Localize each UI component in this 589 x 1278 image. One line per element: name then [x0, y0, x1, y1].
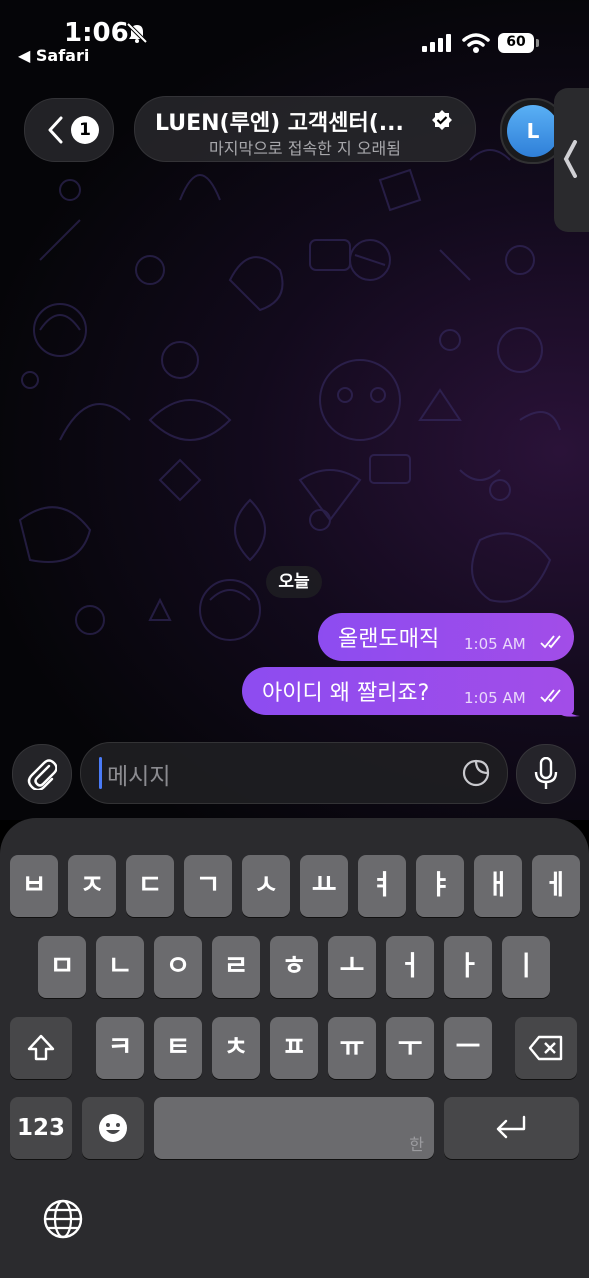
emoji-icon: [99, 1114, 127, 1142]
key[interactable]: ㅎ: [270, 936, 318, 998]
bubble-tail: [560, 696, 580, 717]
battery-indicator: 60: [498, 33, 540, 53]
sticker-icon[interactable]: [461, 758, 491, 788]
wifi-icon: [462, 33, 490, 53]
key[interactable]: ㅑ: [416, 855, 464, 917]
back-to-safari[interactable]: ◀ Safari: [18, 46, 89, 65]
key[interactable]: ㅅ: [242, 855, 290, 917]
key[interactable]: ㄷ: [126, 855, 174, 917]
key[interactable]: ㅊ: [212, 1017, 260, 1079]
numbers-key[interactable]: 123: [10, 1097, 72, 1159]
message-text: 아이디 왜 짤리죠?: [262, 681, 430, 706]
key[interactable]: ㅍ: [270, 1017, 318, 1079]
unread-count-badge: 1: [71, 116, 99, 144]
message-placeholder: 메시지: [107, 764, 171, 790]
bell-muted-icon: [126, 22, 148, 44]
chevron-left-icon: [563, 140, 577, 178]
shift-icon: [27, 1034, 55, 1061]
paperclip-icon: [27, 759, 57, 790]
message-bubble-outgoing[interactable]: 아이디 왜 짤리죠? 1:05 AM: [242, 667, 574, 715]
backspace-icon: [528, 1035, 563, 1061]
key[interactable]: ㅗ: [328, 936, 376, 998]
cellular-signal-icon: [422, 34, 451, 52]
key[interactable]: ㅈ: [68, 855, 116, 917]
last-seen-status: 마지막으로 접속한 지 오래됨: [209, 139, 401, 158]
microphone-icon: [534, 757, 558, 789]
key[interactable]: ㅛ: [300, 855, 348, 917]
emoji-key[interactable]: [82, 1097, 144, 1159]
key[interactable]: ㅕ: [358, 855, 406, 917]
key[interactable]: ㄱ: [184, 855, 232, 917]
message-time: 1:05 AM: [464, 635, 526, 653]
key[interactable]: ㅓ: [386, 936, 434, 998]
chat-title: LUEN(루엔) 고객센터(...: [155, 111, 404, 136]
space-key[interactable]: 한: [154, 1097, 434, 1159]
key[interactable]: ㅔ: [532, 855, 580, 917]
double-check-icon: [540, 635, 561, 649]
key[interactable]: ㅁ: [38, 936, 86, 998]
key[interactable]: ㅐ: [474, 855, 522, 917]
battery-percent: 60: [506, 34, 526, 50]
verified-badge-icon: [432, 110, 452, 130]
chat-header[interactable]: LUEN(루엔) 고객센터(... 마지막으로 접속한 지 오래됨: [134, 96, 476, 162]
key[interactable]: ㅜ: [386, 1017, 434, 1079]
key[interactable]: ㅇ: [154, 936, 202, 998]
key[interactable]: ㄹ: [212, 936, 260, 998]
back-button[interactable]: 1: [24, 98, 114, 162]
input-language-label: 한: [409, 1135, 424, 1154]
return-icon: [496, 1115, 526, 1139]
chevron-left-icon: [48, 116, 63, 144]
key[interactable]: ㅏ: [444, 936, 492, 998]
delete-key[interactable]: [515, 1017, 577, 1079]
message-bubble-outgoing[interactable]: 올랜도매직 1:05 AM: [318, 613, 574, 661]
return-key[interactable]: [444, 1097, 579, 1159]
text-cursor: [99, 757, 102, 789]
globe-icon[interactable]: [42, 1198, 84, 1240]
shift-key[interactable]: [10, 1017, 72, 1079]
status-time: 1:06: [64, 18, 129, 48]
message-time: 1:05 AM: [464, 689, 526, 707]
key[interactable]: ㅡ: [444, 1017, 492, 1079]
voice-message-button[interactable]: [516, 744, 576, 804]
date-separator: 오늘: [266, 566, 322, 598]
attach-button[interactable]: [12, 744, 72, 804]
key[interactable]: ㅋ: [96, 1017, 144, 1079]
key[interactable]: ㅠ: [328, 1017, 376, 1079]
message-input[interactable]: 메시지: [80, 742, 508, 804]
side-panel-handle[interactable]: [554, 88, 589, 232]
key[interactable]: ㅂ: [10, 855, 58, 917]
key[interactable]: ㄴ: [96, 936, 144, 998]
key[interactable]: ㅌ: [154, 1017, 202, 1079]
avatar-letter: L: [507, 105, 559, 157]
message-text: 올랜도매직: [338, 627, 440, 652]
key[interactable]: ㅣ: [502, 936, 550, 998]
